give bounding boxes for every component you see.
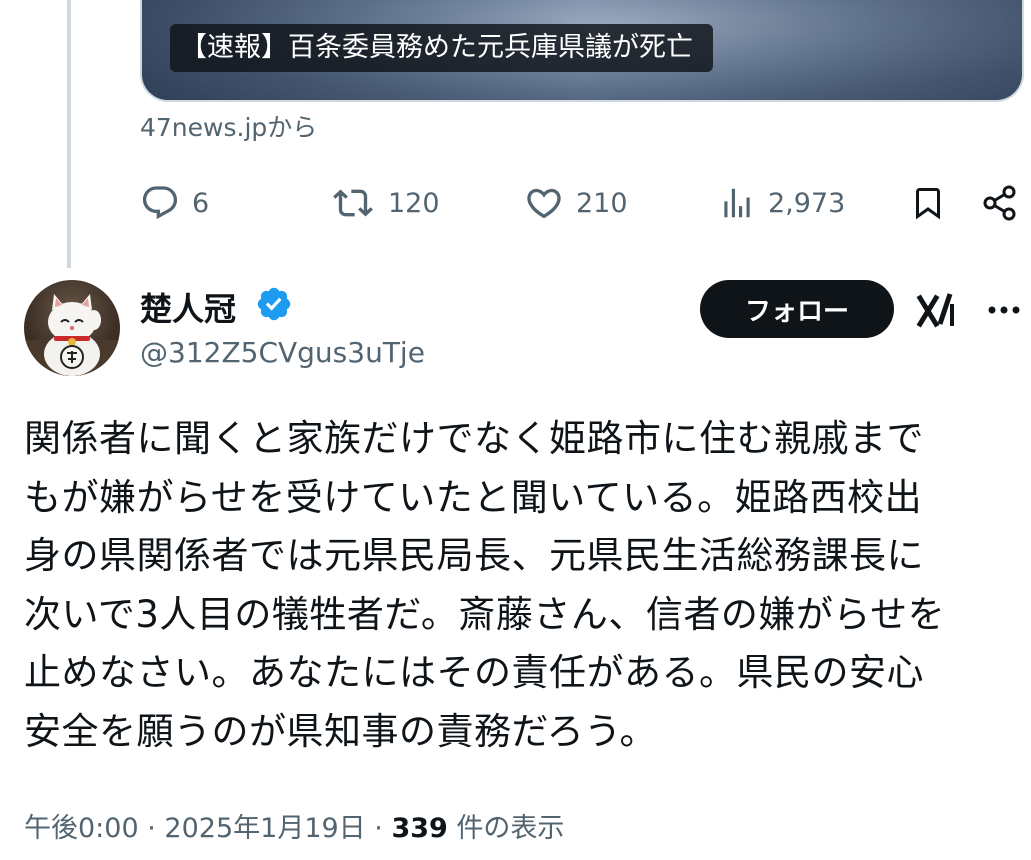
link-card[interactable]: 【速報】百条委員務めた元兵庫県議が死亡: [140, 0, 1024, 102]
tweet-metadata: 午後0:00 · 2025年1月19日 · 339 件の表示: [24, 806, 564, 845]
views-count: 2,973: [768, 187, 846, 219]
retweet-icon: [330, 183, 376, 223]
reply-count: 6: [192, 187, 210, 219]
verified-badge-icon: [257, 287, 291, 321]
bookmark-icon: [910, 183, 946, 223]
like-count: 210: [576, 187, 628, 219]
views-button[interactable]: 2,973: [718, 178, 845, 228]
meta-separator: ·: [374, 813, 383, 844]
tweet-view-label: 件の表示: [456, 813, 565, 844]
more-options-icon[interactable]: [984, 298, 1024, 322]
tweet-date[interactable]: 2025年1月19日: [164, 813, 365, 844]
tweet-time[interactable]: 午後0:00: [24, 813, 139, 844]
reply-icon: [140, 183, 180, 223]
meta-separator: ·: [147, 813, 156, 844]
like-icon: [524, 183, 564, 223]
reply-button[interactable]: 6: [140, 178, 209, 228]
tweet-text: 関係者に聞くと家族だけでなく姫路市に住む親戚まで もが嫌がらせを受けていたと聞い…: [24, 417, 946, 753]
grok-icon[interactable]: [916, 290, 958, 330]
action-bar: 6 120 210 2,973: [140, 178, 1025, 228]
thread-connector-line: [67, 0, 71, 268]
tweet-view-count: 339: [391, 813, 448, 844]
share-button[interactable]: [980, 178, 1020, 228]
retweet-button[interactable]: 120: [330, 178, 440, 228]
link-card-headline: 【速報】百条委員務めた元兵庫県議が死亡: [170, 24, 713, 72]
author-display-name[interactable]: 楚人冠: [140, 284, 236, 330]
share-icon: [980, 183, 1020, 223]
views-icon: [718, 183, 756, 223]
author-handle[interactable]: @312Z5CVgus3uTje: [140, 336, 425, 369]
retweet-count: 120: [388, 187, 440, 219]
maneki-neko-icon: [24, 294, 120, 376]
tweet-thread: 【速報】百条委員務めた元兵庫県議が死亡 47news.jpから 6 120 21…: [0, 0, 1031, 860]
avatar[interactable]: [24, 280, 120, 376]
like-button[interactable]: 210: [524, 178, 628, 228]
link-source[interactable]: 47news.jpから: [140, 108, 317, 144]
follow-button[interactable]: フォロー: [700, 280, 894, 338]
bookmark-button[interactable]: [910, 178, 946, 228]
